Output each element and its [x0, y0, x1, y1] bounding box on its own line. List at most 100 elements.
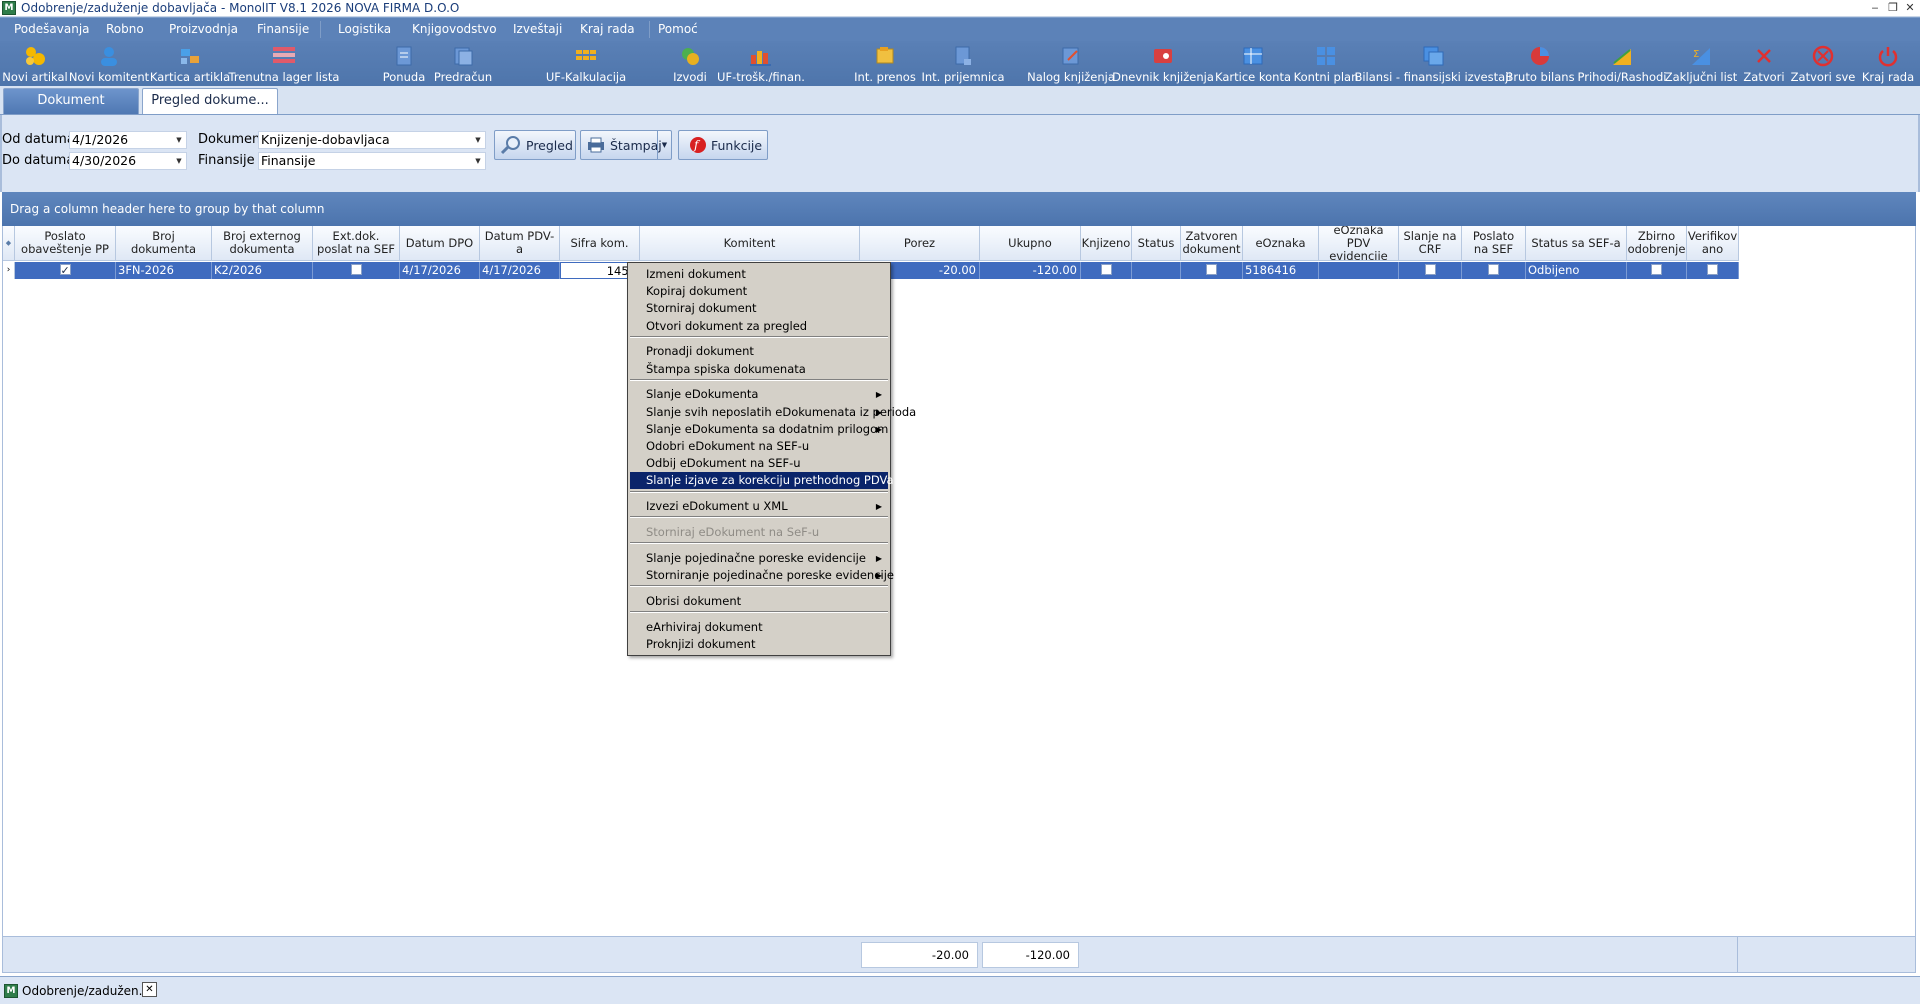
- izvodi-button[interactable]: Izvodi: [670, 41, 710, 86]
- column-header[interactable]: Zbirno odobrenje: [1627, 226, 1687, 261]
- menu-robno[interactable]: Robno: [102, 18, 148, 41]
- zatvori-sve-button[interactable]: Zatvori sve: [1791, 41, 1855, 86]
- chevron-down-icon[interactable]: ▼: [174, 132, 184, 148]
- document-tab[interactable]: M Odobrenje/zadužen...: [4, 981, 150, 1001]
- column-header[interactable]: Status: [1132, 226, 1181, 261]
- datum-dpo-cell[interactable]: 4/17/2026: [400, 262, 480, 279]
- trenutna-lager-lista-button[interactable]: Trenutna lager lista: [229, 41, 339, 86]
- context-menu-item[interactable]: Slanje pojedinačne poreske evidencije ▶: [630, 550, 888, 567]
- kraj-rada-button[interactable]: Kraj rada: [1862, 41, 1914, 86]
- column-header[interactable]: Broj externog dokumenta: [212, 226, 313, 261]
- ext-dok-sef-checkbox[interactable]: [350, 264, 362, 275]
- knjizeno-checkbox[interactable]: [1100, 264, 1112, 275]
- int-prijemnica-button[interactable]: Int. prijemnica: [921, 41, 1005, 86]
- ponuda-button[interactable]: Ponuda: [382, 41, 426, 86]
- context-menu-item[interactable]: Štampa spiska dokumenata: [630, 361, 888, 378]
- context-menu-item[interactable]: Kopiraj dokument: [630, 283, 888, 300]
- ext-dok-sef-cell[interactable]: [313, 262, 400, 279]
- column-header[interactable]: Ext.dok. poslat na SEF: [313, 226, 400, 261]
- zbirno-odobrenje-checkbox[interactable]: [1651, 264, 1662, 275]
- eoznaka-pdv-cell[interactable]: [1319, 262, 1399, 279]
- zbirno-odobrenje-cell[interactable]: [1627, 262, 1687, 279]
- funkcije-button[interactable]: f Funkcije: [678, 130, 768, 160]
- context-menu-item[interactable]: Pronadji dokument: [630, 343, 888, 360]
- context-menu-item[interactable]: Otvori dokument za pregled: [630, 318, 888, 335]
- verifikovano-checkbox[interactable]: [1707, 264, 1718, 275]
- restore-button[interactable]: ❐: [1885, 0, 1901, 16]
- status-cell[interactable]: [1132, 262, 1181, 279]
- menu-kraj-rada[interactable]: Kraj rada: [576, 18, 639, 41]
- kartica-artikla-button[interactable]: Kartica artikla: [150, 41, 230, 86]
- eoznaka-cell[interactable]: 5186416: [1243, 262, 1319, 279]
- column-header[interactable]: Slanje na CRF: [1399, 226, 1462, 261]
- column-header[interactable]: Datum PDV-a: [480, 226, 560, 261]
- dnevnik-knjizenja-button[interactable]: Dnevnik knjiženja: [1112, 41, 1214, 86]
- context-menu-item[interactable]: Proknjizi dokument: [630, 636, 888, 653]
- column-header[interactable]: Knjizeno: [1081, 226, 1132, 261]
- context-menu-item[interactable]: eArhiviraj dokument: [630, 619, 888, 636]
- predracun-button[interactable]: Predračun: [434, 41, 492, 86]
- column-header[interactable]: Zatvoren dokument: [1181, 226, 1243, 261]
- poslato-obavestenje-cell[interactable]: [15, 262, 116, 279]
- zakljucni-list-button[interactable]: Σ Zaključni list: [1665, 41, 1737, 86]
- bruto-bilans-button[interactable]: Bruto bilans: [1505, 41, 1575, 86]
- menu-finansije[interactable]: Finansije: [253, 18, 313, 41]
- int-prenos-button[interactable]: Int. prenos: [852, 41, 918, 86]
- close-tab-button[interactable]: ✕: [142, 982, 157, 997]
- column-header[interactable]: Porez: [860, 226, 980, 261]
- chevron-down-icon[interactable]: ▼: [473, 153, 483, 169]
- column-header[interactable]: Ukupno: [980, 226, 1081, 261]
- context-menu-item[interactable]: Slanje eDokumenta ▶: [630, 386, 888, 403]
- poslato-sef-checkbox[interactable]: [1488, 264, 1499, 275]
- context-menu-item[interactable]: Slanje eDokumenta sa dodatnim prilogom ▶: [630, 421, 888, 438]
- uf-troskovi-button[interactable]: UF-trošk./finan.: [717, 41, 805, 86]
- zatvori-button[interactable]: Zatvori: [1742, 41, 1786, 86]
- kontni-plan-button[interactable]: Kontni plan: [1294, 41, 1358, 86]
- stampaj-button[interactable]: Štampaj ▼: [580, 130, 672, 160]
- context-menu-item[interactable]: Izvezi eDokument u XML ▶: [630, 498, 888, 515]
- group-by-panel[interactable]: Drag a column header here to group by th…: [2, 192, 1916, 226]
- novi-komitent-button[interactable]: Novi komitent: [69, 41, 149, 86]
- bilansi-button[interactable]: Bilansi - finansijski izvestaji: [1354, 41, 1512, 86]
- zatvoren-cell[interactable]: [1181, 262, 1243, 279]
- column-header[interactable]: Sifra kom.: [560, 226, 640, 261]
- column-header[interactable]: Status sa SEF-a: [1526, 226, 1627, 261]
- novi-artikal-button[interactable]: Novi artikal: [2, 41, 68, 86]
- context-menu-item[interactable]: Storniraj dokument: [630, 300, 888, 317]
- prihodi-rashodi-button[interactable]: Prihodi/Rashodi: [1578, 41, 1666, 86]
- finansije-select[interactable]: Finansije ▼: [258, 152, 486, 170]
- context-menu-item[interactable]: Obrisi dokument: [630, 593, 888, 610]
- context-menu-item[interactable]: Slanje svih neposlatih eDokumenata iz pe…: [630, 404, 916, 421]
- poslato-obavestenje-checkbox[interactable]: [59, 262, 71, 279]
- slanje-crf-checkbox[interactable]: [1424, 264, 1436, 275]
- broj-externog-cell[interactable]: K2/2026: [212, 262, 313, 279]
- do-datuma-field[interactable]: 4/30/2026 ▼: [69, 152, 187, 170]
- pregled-button[interactable]: Pregled: [494, 130, 576, 160]
- tab-dokument[interactable]: Dokument: [3, 88, 139, 114]
- column-header[interactable]: eOznaka: [1243, 226, 1319, 261]
- slanje-crf-cell[interactable]: [1399, 262, 1462, 279]
- context-menu-item[interactable]: Odobri eDokument na SEF-u: [630, 438, 888, 455]
- column-header[interactable]: Datum DPO: [400, 226, 480, 261]
- status-sef-cell[interactable]: Odbijeno: [1526, 262, 1627, 279]
- menu-logistika[interactable]: Logistika: [334, 18, 395, 41]
- column-header[interactable]: Verifikov ano: [1687, 226, 1739, 261]
- dokument-select[interactable]: Knjizenje-dobavljaca ▼: [258, 131, 486, 149]
- split-dropdown-arrow[interactable]: ▼: [657, 131, 671, 159]
- menu-podesavanja[interactable]: Podešavanja: [10, 18, 94, 41]
- column-header[interactable]: Poslato na SEF: [1462, 226, 1526, 261]
- column-header[interactable]: eOznaka PDV evidencije: [1319, 226, 1399, 261]
- column-header[interactable]: Poslato obaveštenje PP: [15, 226, 116, 261]
- context-menu-item[interactable]: Storniranje pojedinačne poreske evidenci…: [630, 567, 894, 584]
- context-menu-item[interactable]: Slanje izjave za korekciju prethodnog PD…: [630, 472, 894, 490]
- zatvoren-checkbox[interactable]: [1206, 264, 1217, 275]
- column-header[interactable]: Komitent: [640, 226, 860, 261]
- poslato-sef-cell[interactable]: [1462, 262, 1526, 279]
- datum-pdv-cell[interactable]: 4/17/2026: [480, 262, 560, 279]
- chevron-down-icon[interactable]: ▼: [174, 153, 184, 169]
- menu-knjigovodstvo[interactable]: Knjigovodstvo: [408, 18, 501, 41]
- od-datuma-field[interactable]: 4/1/2026 ▼: [69, 131, 187, 149]
- verifikovano-cell[interactable]: [1687, 262, 1739, 279]
- broj-dokumenta-cell[interactable]: 3FN-2026: [116, 262, 212, 279]
- chevron-down-icon[interactable]: ▼: [473, 132, 483, 148]
